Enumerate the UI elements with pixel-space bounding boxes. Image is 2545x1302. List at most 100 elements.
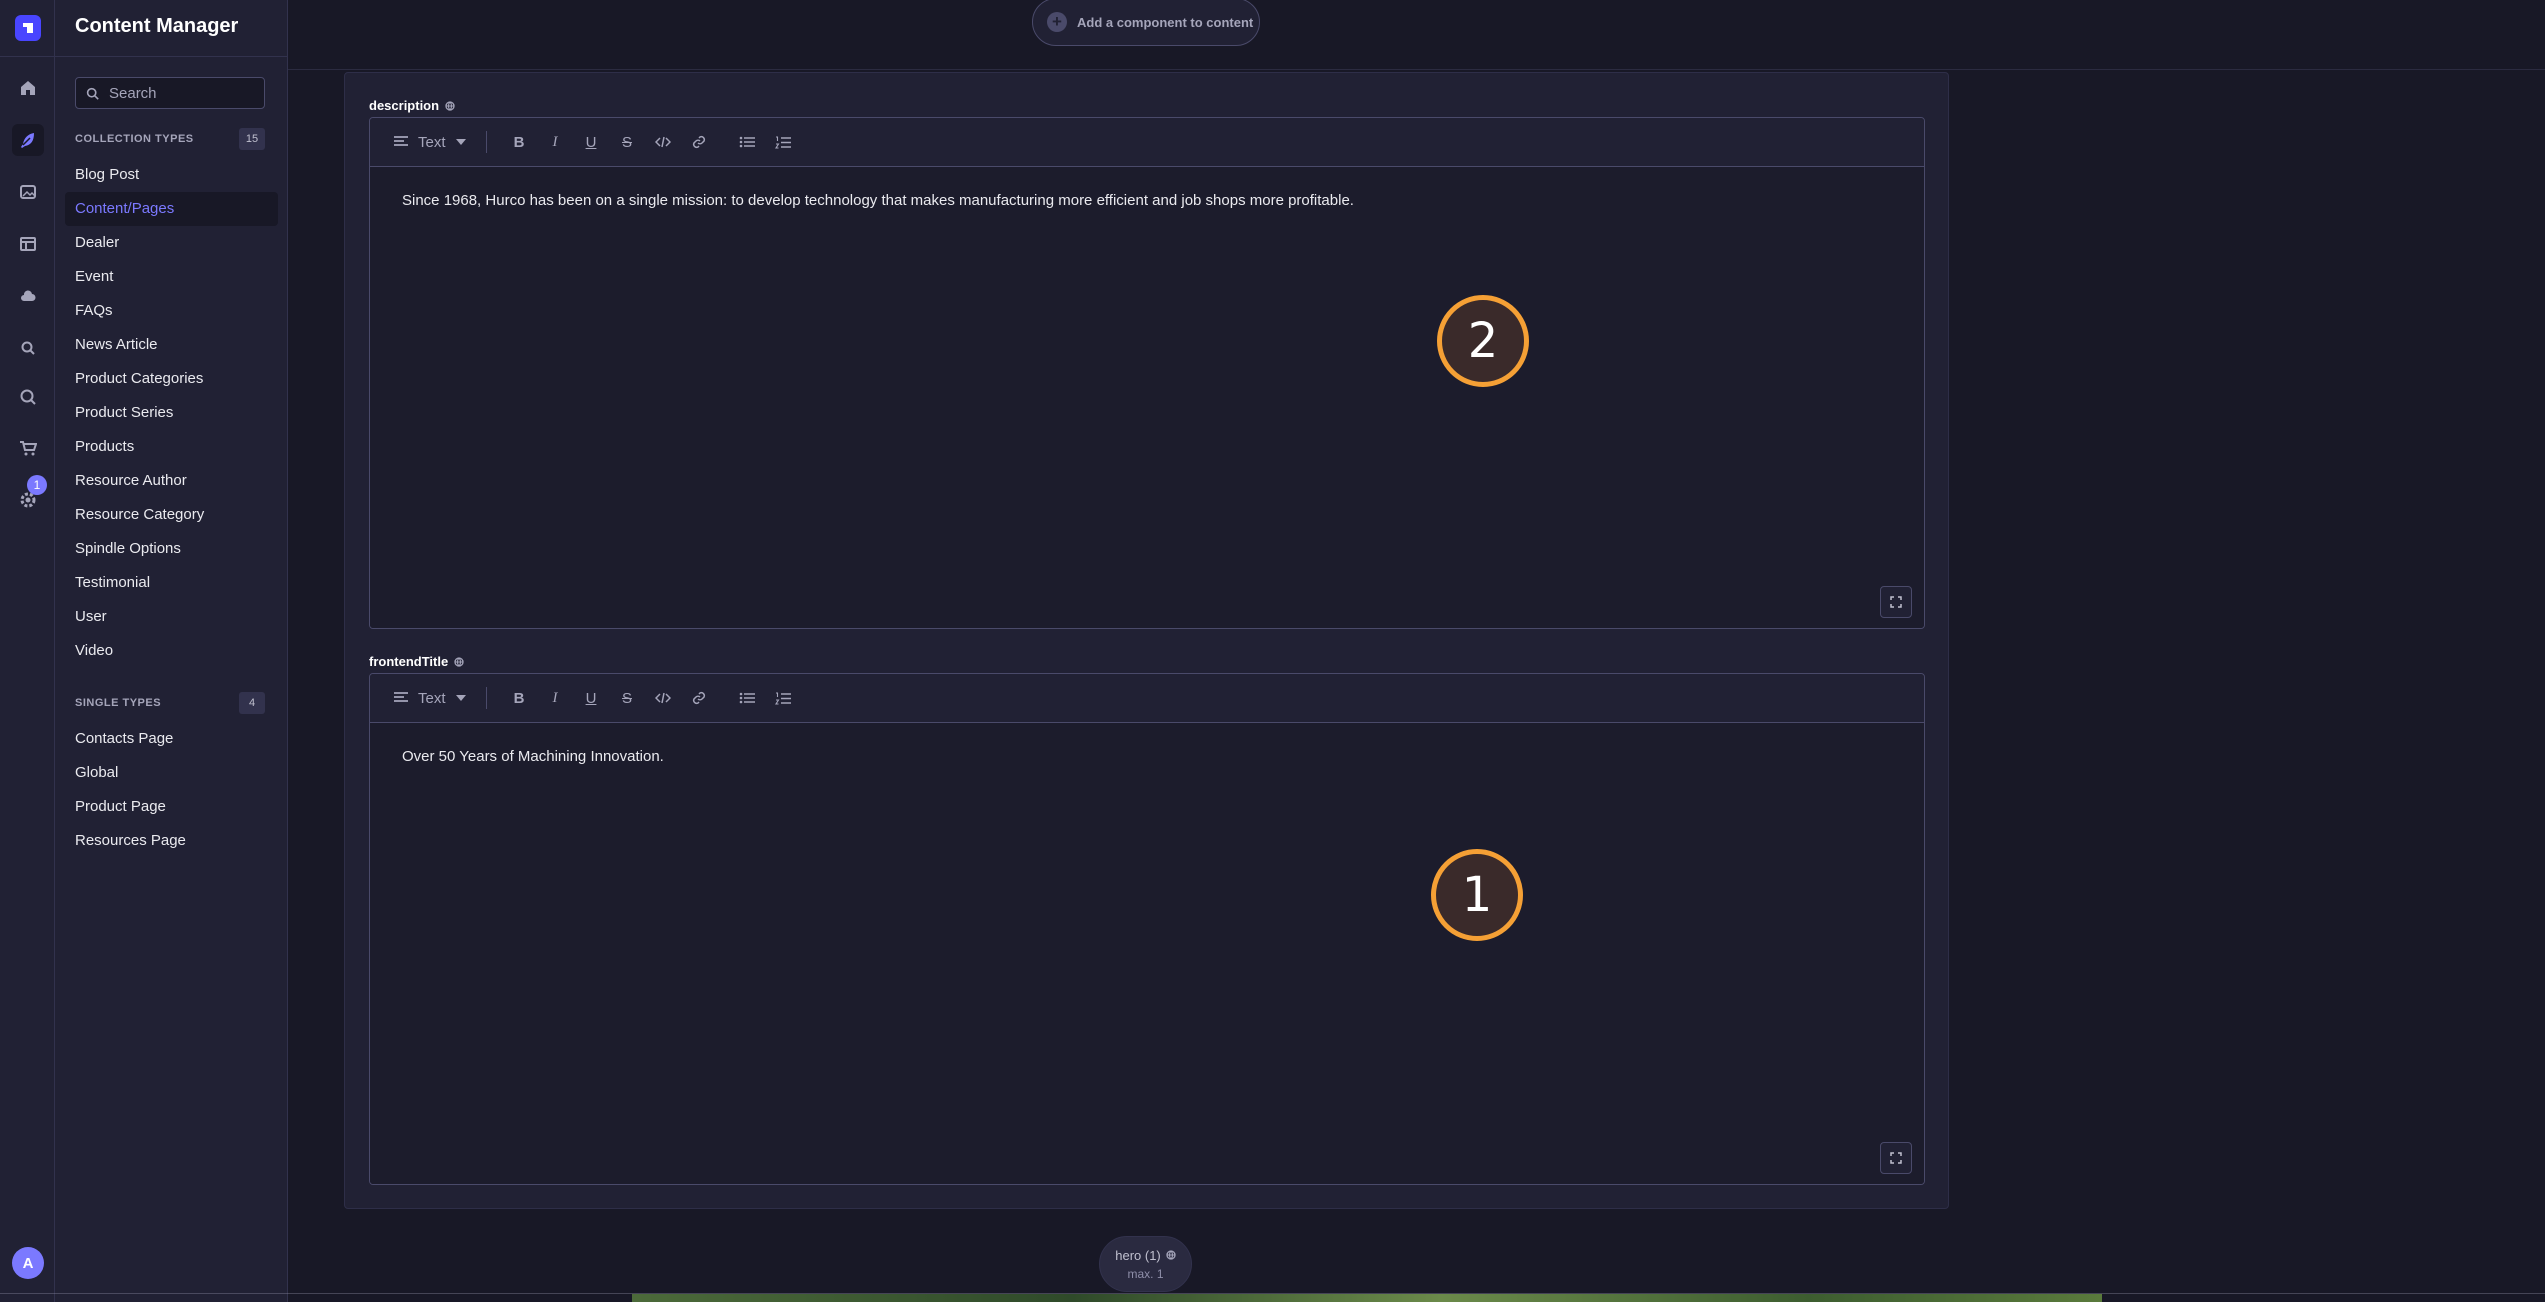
bold-icon[interactable]: B [501,682,537,714]
sidebar-item-products[interactable]: Products [65,430,278,464]
hero-subtitle: max. 1 [1127,1266,1164,1281]
content-manager-sidebar: Content Manager COLLECTION TYPES 15 Blog… [55,0,288,1302]
sidebar-item-resource-category[interactable]: Resource Category [65,498,278,532]
sidebar-item-dealer[interactable]: Dealer [65,226,278,260]
collection-types-list: Blog Post Content/Pages Dealer Event FAQ… [65,158,278,668]
paragraph-icon [394,136,408,146]
annotation-marker-1: 1 [1431,849,1523,941]
link-icon[interactable] [681,126,717,158]
bold-icon[interactable]: B [501,126,537,158]
add-component-label: Add a component to content [1077,14,1254,30]
editor-toolbar: Text B I U S [370,118,1924,167]
sidebar-item-user[interactable]: User [65,600,278,634]
globe-icon [1166,1250,1176,1260]
search-icon[interactable] [12,381,44,413]
sidebar-item-testimonial[interactable]: Testimonial [65,566,278,600]
text-style-value: Text [418,133,446,151]
add-component-button[interactable]: + Add a component to content [1032,0,1260,46]
collection-types-count: 15 [239,128,265,150]
collection-types-header: COLLECTION TYPES 15 [75,128,265,150]
home-icon[interactable] [12,72,44,104]
annotation-marker-2: 2 [1437,295,1529,387]
sidebar-title: Content Manager [75,15,239,37]
strapi-logo-icon[interactable] [15,15,41,41]
text-style-select[interactable]: Text [394,134,486,151]
field-label-frontendtitle: frontendTitle [369,654,464,669]
sidebar-item-content-pages[interactable]: Content/Pages [65,192,278,226]
strikethrough-icon[interactable]: S [609,682,645,714]
single-types-header: SINGLE TYPES 4 [75,692,265,714]
rich-text-editor-frontendtitle: Text B I U S Over 50 Years of Machining … [369,673,1925,1185]
editor-text: Since 1968, Hurco has been on a single m… [402,192,1354,209]
editor-content-area[interactable]: Over 50 Years of Machining Innovation. [370,723,1924,1184]
italic-icon[interactable]: I [537,126,573,158]
sidebar-item-product-page[interactable]: Product Page [65,790,278,824]
sidebar-item-product-categories[interactable]: Product Categories [65,362,278,396]
single-types-list: Contacts Page Global Product Page Resour… [65,722,278,858]
search-small-icon[interactable] [12,332,44,364]
bullet-list-icon[interactable] [729,126,765,158]
editor-content-area[interactable]: Since 1968, Hurco has been on a single m… [370,167,1924,628]
numbered-list-icon[interactable] [765,682,801,714]
feather-icon[interactable] [12,124,44,156]
text-style-select[interactable]: Text [394,690,486,707]
expand-editor-button[interactable] [1880,586,1912,618]
field-label-description: description [369,98,455,113]
text-style-value: Text [418,689,446,707]
rail-divider [0,56,55,57]
sidebar-item-resource-author[interactable]: Resource Author [65,464,278,498]
globe-icon [445,100,455,111]
sidebar-item-video[interactable]: Video [65,634,278,668]
single-types-label: SINGLE TYPES [75,697,162,709]
component-panel: description Text B I U S Since 1968, Hur… [344,72,1949,1209]
sidebar-item-news-article[interactable]: News Article [65,328,278,362]
hero-image-preview [632,1294,2102,1302]
hero-title: hero (1) [1115,1248,1176,1263]
hero-component-pill[interactable]: hero (1) max. 1 [1099,1236,1192,1292]
collection-types-label: COLLECTION TYPES [75,133,194,145]
sidebar-item-spindle-options[interactable]: Spindle Options [65,532,278,566]
toolbar-divider [486,687,487,709]
main-divider [288,69,2545,70]
sidebar-item-resources-page[interactable]: Resources Page [65,824,278,858]
notification-badge: 1 [27,475,47,495]
search-input[interactable] [107,83,261,103]
field-label-text: frontendTitle [369,654,449,669]
bullet-list-icon[interactable] [729,682,765,714]
sidebar-item-event[interactable]: Event [65,260,278,294]
single-types-count: 4 [239,692,265,714]
sidebar-item-product-series[interactable]: Product Series [65,396,278,430]
cart-icon[interactable] [12,432,44,464]
main-nav-rail: 1 A [0,0,55,1302]
hero-title-text: hero (1) [1115,1247,1161,1263]
expand-icon [1890,596,1902,608]
sidebar-item-global[interactable]: Global [65,756,278,790]
sidebar-divider [55,56,287,57]
rich-text-editor-description: Text B I U S Since 1968, Hurco has been … [369,117,1925,629]
caret-down-icon [455,695,466,701]
plus-icon: + [1047,12,1067,32]
cloud-icon[interactable] [12,280,44,312]
link-icon[interactable] [681,682,717,714]
sidebar-item-contacts-page[interactable]: Contacts Page [65,722,278,756]
editor-text: Over 50 Years of Machining Innovation. [402,748,664,765]
expand-icon [1890,1152,1902,1164]
user-avatar[interactable]: A [12,1247,44,1279]
toolbar-divider [486,131,487,153]
underline-icon[interactable]: U [573,682,609,714]
layout-icon[interactable] [12,228,44,260]
strikethrough-icon[interactable]: S [609,126,645,158]
code-icon[interactable] [645,126,681,158]
media-icon[interactable] [12,176,44,208]
sidebar-item-blog-post[interactable]: Blog Post [65,158,278,192]
globe-icon [454,656,464,667]
numbered-list-icon[interactable] [765,126,801,158]
underline-icon[interactable]: U [573,126,609,158]
editor-toolbar: Text B I U S [370,674,1924,723]
expand-editor-button[interactable] [1880,1142,1912,1174]
code-icon[interactable] [645,682,681,714]
paragraph-icon [394,692,408,702]
italic-icon[interactable]: I [537,682,573,714]
sidebar-item-faqs[interactable]: FAQs [65,294,278,328]
caret-down-icon [455,139,466,145]
